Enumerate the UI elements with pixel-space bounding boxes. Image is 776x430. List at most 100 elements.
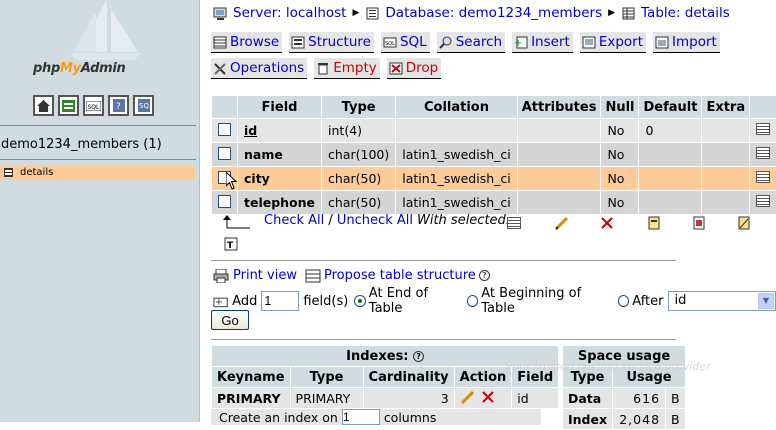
tab-empty[interactable]: Empty [314, 58, 380, 79]
tab-drop[interactable]: Drop [387, 58, 441, 79]
svg-text:?: ? [116, 102, 121, 112]
navigation-frame: phpMyAdmin SQL ? SQ demo1234_members (1)… [0, 0, 200, 422]
field-count-input[interactable] [261, 291, 299, 311]
sql-icon[interactable]: SQL [83, 95, 104, 116]
search-icon [439, 36, 453, 49]
row-checkbox[interactable] [218, 123, 231, 136]
help-icon[interactable]: ? [413, 351, 424, 362]
print-propose-row: Print view Propose table structure ? [213, 268, 490, 283]
divider [0, 125, 196, 126]
svg-text:SQL: SQL [88, 104, 101, 111]
divider [211, 339, 676, 340]
print-view-link[interactable]: Print view [233, 268, 297, 283]
browse-selected-icon[interactable] [507, 217, 523, 231]
field-attributes [518, 191, 601, 214]
field-default: 0 [639, 119, 701, 142]
at-end-label[interactable]: At End of Table [369, 286, 461, 316]
selection-controls: Check All / Uncheck All With selected: [264, 213, 510, 228]
column-header: Type [322, 96, 395, 118]
propose-structure-link[interactable]: Propose table structure [324, 268, 476, 283]
check-all-link[interactable]: Check All [264, 213, 324, 228]
at-beginning-label[interactable]: At Beginning of Table [481, 286, 612, 316]
index-keyname: PRIMARY [212, 388, 290, 408]
breadcrumb-server[interactable]: Server: localhost [233, 5, 346, 21]
tab-browse[interactable]: Browse [211, 32, 282, 53]
create-index-label: Create an index on [219, 410, 338, 425]
table-row: Data 616 B [563, 388, 685, 408]
drop-x-icon[interactable] [480, 390, 496, 404]
sidebar-item-details[interactable]: details [0, 165, 195, 180]
tab-sql[interactable]: SQLSQL [381, 32, 430, 53]
uncheck-all-link[interactable]: Uncheck All [337, 213, 413, 228]
phpmyadmin-logo[interactable]: phpMyAdmin [0, 0, 200, 86]
index-icon[interactable] [736, 216, 752, 230]
browse-distinct-icon[interactable] [756, 171, 770, 183]
help-icon[interactable]: ? [479, 270, 490, 281]
browse-distinct-icon[interactable] [756, 195, 770, 207]
column-header: Extra [702, 96, 749, 118]
field-extra [702, 191, 749, 214]
query-window-icon[interactable] [58, 95, 79, 116]
column-header[interactable]: Field [238, 96, 321, 118]
unique-icon[interactable] [691, 216, 707, 230]
index-columns-input[interactable] [342, 409, 380, 425]
indexes-table: Indexes: ? Keyname Type Cardinality Acti… [211, 345, 559, 409]
database-name[interactable]: demo1234_members (1) [1, 137, 162, 152]
edit-pencil-icon[interactable] [460, 390, 476, 404]
table-row: Index 2,048 B [563, 409, 685, 429]
row-checkbox[interactable] [218, 147, 231, 160]
field-null: No [601, 191, 638, 214]
fulltext-icon[interactable]: T [223, 237, 239, 251]
at-end-radio[interactable] [354, 295, 365, 307]
add-field-icon: + [213, 294, 228, 308]
chevron-down-icon[interactable]: ▼ [758, 293, 774, 309]
breadcrumb-database[interactable]: Database: demo1234_members [385, 5, 602, 21]
tab-search[interactable]: Search [437, 32, 505, 53]
table-row[interactable]: telephone char(50) latin1_swedish_ci No [212, 191, 776, 214]
field-default [639, 191, 701, 214]
field-collation: latin1_swedish_ci [396, 191, 517, 214]
svg-text:SQL: SQL [385, 41, 395, 47]
after-label[interactable]: After [632, 294, 663, 309]
home-icon[interactable] [33, 95, 54, 116]
separator-text: / [324, 213, 337, 228]
add-field-go-button[interactable]: Go [211, 310, 249, 330]
after-field-select[interactable]: id ▼ [668, 291, 776, 311]
tab-insert[interactable]: +Insert [512, 32, 573, 53]
space-unit: B [666, 409, 685, 429]
index-field: id [512, 388, 558, 408]
browse-distinct-icon[interactable] [756, 147, 770, 159]
drop-x-icon[interactable] [599, 216, 615, 230]
create-index-row: Create an index on columns [211, 409, 541, 425]
docs-icon[interactable]: ? [108, 95, 129, 116]
change-pencil-icon[interactable] [554, 216, 570, 230]
column-header: Default [639, 96, 701, 118]
empty-icon [316, 62, 330, 75]
space-type: Data [563, 388, 612, 408]
tab-bar-secondary: Operations Empty Drop [211, 58, 448, 79]
after-radio[interactable] [618, 295, 629, 307]
add-field-row: + Add field(s) At End of Table At Beginn… [213, 286, 776, 316]
divider [0, 159, 196, 160]
table-row[interactable]: name char(100) latin1_swedish_ci No [212, 143, 776, 166]
divider [211, 260, 676, 261]
tab-operations[interactable]: Operations [211, 58, 307, 79]
tab-export[interactable]: Export [580, 32, 646, 53]
row-checkbox[interactable] [218, 195, 231, 208]
table-row[interactable]: id int(4) No 0 [212, 119, 776, 142]
tab-import[interactable]: Import [653, 32, 720, 53]
changelog-icon[interactable]: SQ [133, 95, 154, 116]
table-row[interactable]: city char(50) latin1_swedish_ci No [212, 167, 776, 190]
breadcrumb-table[interactable]: Table: details [641, 5, 730, 21]
field-name: name [238, 143, 321, 166]
tab-structure[interactable]: Structure [289, 32, 374, 53]
space-value: 616 [613, 388, 665, 408]
primary-key-icon[interactable] [646, 216, 662, 230]
export-icon [582, 36, 596, 49]
field-null: No [601, 167, 638, 190]
browse-distinct-icon[interactable] [756, 123, 770, 135]
table-row: PRIMARY PRIMARY 3 id [212, 388, 558, 408]
insert-icon: + [514, 36, 528, 49]
at-beginning-radio[interactable] [467, 295, 478, 307]
sidebar-item-label: details [20, 167, 53, 178]
